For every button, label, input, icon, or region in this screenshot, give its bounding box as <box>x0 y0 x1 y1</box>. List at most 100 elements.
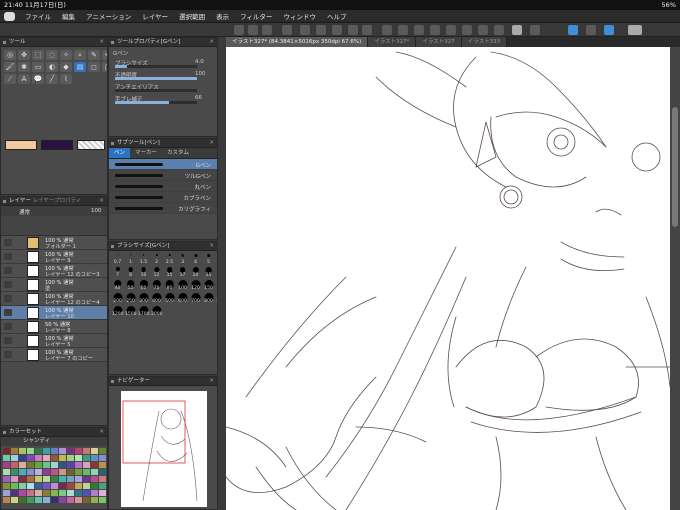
color-swatch[interactable] <box>35 455 42 461</box>
color-swatch[interactable] <box>83 448 90 454</box>
fill-tool-icon[interactable]: ◆ <box>60 62 72 72</box>
brush-size-item[interactable]: 1700 <box>138 305 149 317</box>
open-icon[interactable] <box>248 25 258 35</box>
color-swatch[interactable] <box>35 497 42 503</box>
correction-tool-icon[interactable]: ⌇ <box>60 74 72 84</box>
color-swatch[interactable] <box>35 462 42 468</box>
brush-size-item[interactable]: 1500 <box>125 305 136 317</box>
brush-size-item[interactable]: 300 <box>138 292 149 304</box>
color-swatch[interactable] <box>75 497 82 503</box>
visibility-icon[interactable] <box>4 253 12 260</box>
color-swatch[interactable] <box>83 455 90 461</box>
color-swatch[interactable] <box>27 455 34 461</box>
color-swatch[interactable] <box>3 462 10 468</box>
color-swatch[interactable] <box>99 476 106 482</box>
brush-size-item[interactable]: 200 <box>112 292 123 304</box>
color-swatch[interactable] <box>67 455 74 461</box>
color-swatch[interactable] <box>99 497 106 503</box>
color-swatch[interactable] <box>83 497 90 503</box>
eye-icon[interactable] <box>282 25 292 35</box>
color-swatch[interactable] <box>59 497 66 503</box>
tab-custom[interactable]: カスタム <box>162 148 194 158</box>
undo-icon[interactable] <box>348 25 358 35</box>
color-swatch[interactable] <box>67 448 74 454</box>
color-swatch[interactable] <box>83 469 90 475</box>
color-swatch[interactable] <box>19 497 26 503</box>
color-swatch[interactable] <box>99 490 106 496</box>
text-tool-icon[interactable]: A <box>18 74 30 84</box>
brush-size-item[interactable]: 7 <box>112 266 123 278</box>
color-swatch[interactable] <box>51 469 58 475</box>
color-swatch[interactable] <box>59 483 66 489</box>
opacity-value[interactable]: 100 <box>91 208 102 214</box>
color-swatch[interactable] <box>35 476 42 482</box>
color-swatch[interactable] <box>11 476 18 482</box>
color-swatch[interactable] <box>99 462 106 468</box>
menu-layer[interactable]: レイヤー <box>142 11 168 21</box>
brush-item-kabura-pen[interactable]: カブラペン <box>109 192 217 203</box>
gradient-tool-icon[interactable]: ▤ <box>74 62 86 72</box>
color-swatch[interactable] <box>75 448 82 454</box>
color-swatch[interactable] <box>11 455 18 461</box>
color-swatch[interactable] <box>59 462 66 468</box>
lasso-icon[interactable] <box>446 25 456 35</box>
lasso-tool-icon[interactable]: ◌ <box>46 50 58 60</box>
color-swatch[interactable] <box>27 483 34 489</box>
brush-size-item[interactable]: 500 <box>164 292 175 304</box>
color-swatch[interactable] <box>43 490 50 496</box>
color-swatch[interactable] <box>3 448 10 454</box>
brush-size-item[interactable]: 12 <box>151 266 162 278</box>
layer-row[interactable]: 100 % 通常 レイヤー 5 <box>1 334 107 348</box>
brush-size-item[interactable]: 40 <box>112 279 123 291</box>
brush-item-maru-pen[interactable]: 丸ペン <box>109 181 217 192</box>
color-swatch[interactable] <box>43 455 50 461</box>
canvas-scrollbar[interactable] <box>670 47 680 510</box>
color-set-name[interactable]: シャンディ <box>1 437 107 446</box>
drawing-canvas[interactable] <box>226 47 670 510</box>
menu-file[interactable]: ファイル <box>25 11 51 21</box>
brush-size-item[interactable]: 30 <box>216 266 217 278</box>
ruler-tool-icon[interactable]: ⟋ <box>4 74 16 84</box>
property-row[interactable]: 不透明度 100 <box>109 69 217 81</box>
brush-size-item[interactable]: 600 <box>177 292 188 304</box>
tab-pen[interactable]: ペン <box>109 148 131 158</box>
color-swatch[interactable] <box>11 448 18 454</box>
color-swatch[interactable] <box>67 469 74 475</box>
color-swatch[interactable] <box>75 476 82 482</box>
transform-icon[interactable] <box>382 25 392 35</box>
balloon-tool-icon[interactable]: 💬 <box>32 74 44 84</box>
color-swatch[interactable] <box>3 469 10 475</box>
color-swatch[interactable] <box>3 490 10 496</box>
brush-size-item[interactable]: 150 <box>203 279 214 291</box>
visibility-icon[interactable] <box>4 337 12 344</box>
color-swatch[interactable] <box>43 497 50 503</box>
move-tool-icon[interactable]: ✥ <box>18 50 30 60</box>
color-swatch[interactable] <box>91 483 98 489</box>
wand-tool-icon[interactable]: ✧ <box>60 50 72 60</box>
color-swatch[interactable] <box>19 448 26 454</box>
menu-help[interactable]: ヘルプ <box>327 11 347 21</box>
help-icon[interactable] <box>628 25 642 35</box>
select-tool-icon[interactable]: ⬚ <box>32 50 44 60</box>
color-swatch[interactable] <box>51 462 58 468</box>
color-swatch[interactable] <box>3 483 10 489</box>
brush-size-item[interactable]: 120 <box>190 279 201 291</box>
color-swatch[interactable] <box>91 497 98 503</box>
brush-size-item[interactable]: 25 <box>203 266 214 278</box>
menu-animation[interactable]: アニメーション <box>86 11 131 21</box>
brush-size-item[interactable]: 3 <box>177 253 188 265</box>
menu-view[interactable]: 表示 <box>216 11 229 21</box>
select-all-icon[interactable] <box>478 25 488 35</box>
close-box-icon[interactable] <box>512 25 522 35</box>
color-swatch[interactable] <box>3 455 10 461</box>
paste-icon[interactable] <box>332 25 342 35</box>
brush-size-item[interactable]: 70 <box>151 279 162 291</box>
menu-selection[interactable]: 選択範囲 <box>179 11 205 21</box>
brush-size-item[interactable]: 1 <box>125 253 136 265</box>
snap-icon[interactable] <box>530 25 540 35</box>
airbrush-tool-icon[interactable]: ✱ <box>18 62 30 72</box>
color-swatch[interactable] <box>99 483 106 489</box>
color-swatch[interactable] <box>91 469 98 475</box>
hand-icon[interactable] <box>604 25 614 35</box>
color-swatch[interactable] <box>91 455 98 461</box>
